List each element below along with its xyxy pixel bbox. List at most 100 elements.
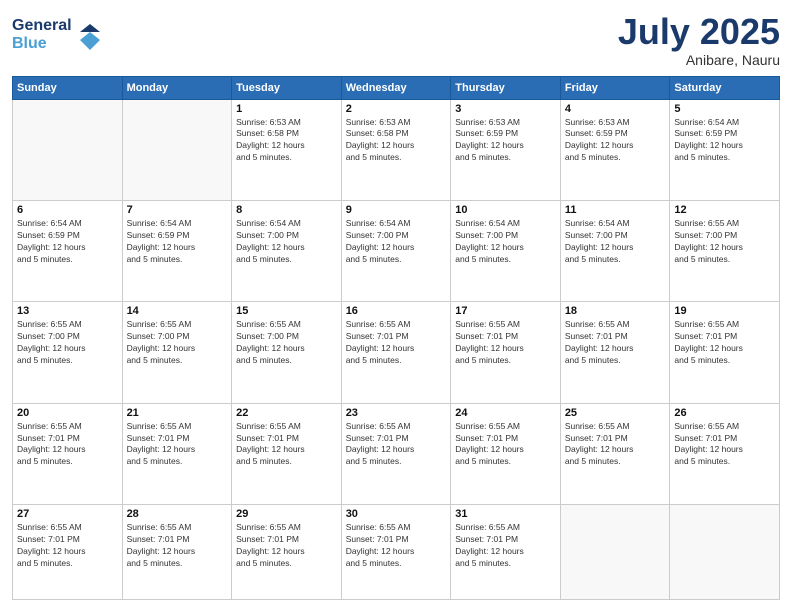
day-number: 28 bbox=[127, 508, 228, 520]
col-wednesday: Wednesday bbox=[341, 76, 451, 99]
day-info: Sunrise: 6:55 AMSunset: 7:01 PMDaylight:… bbox=[127, 421, 228, 469]
table-row: 27 Sunrise: 6:55 AMSunset: 7:01 PMDayligh… bbox=[13, 504, 123, 599]
day-number: 17 bbox=[455, 305, 556, 317]
table-row: 15 Sunrise: 6:55 AMSunset: 7:00 PMDayligh… bbox=[232, 302, 342, 403]
table-row: 16 Sunrise: 6:55 AMSunset: 7:01 PMDayligh… bbox=[341, 302, 451, 403]
table-row: 1Sunrise: 6:53 AMSunset: 6:58 PMDaylight… bbox=[232, 99, 342, 200]
day-info: Sunrise: 6:54 AMSunset: 7:00 PMDaylight:… bbox=[346, 218, 447, 266]
table-row: 7 Sunrise: 6:54 AMSunset: 6:59 PMDaylight… bbox=[122, 200, 232, 301]
day-number: 22 bbox=[236, 407, 337, 419]
day-info: Sunrise: 6:55 AMSunset: 7:01 PMDaylight:… bbox=[674, 319, 775, 367]
day-number: 27 bbox=[17, 508, 118, 520]
day-info: Sunrise: 6:55 AMSunset: 7:01 PMDaylight:… bbox=[236, 522, 337, 570]
day-number: 15 bbox=[236, 305, 337, 317]
day-number: 18 bbox=[565, 305, 666, 317]
day-info: Sunrise: 6:53 AMSunset: 6:58 PMDaylight:… bbox=[346, 117, 447, 165]
col-saturday: Saturday bbox=[670, 76, 780, 99]
day-info: Sunrise: 6:54 AMSunset: 6:59 PMDaylight:… bbox=[127, 218, 228, 266]
day-number: 8 bbox=[236, 204, 337, 216]
day-number: 3 bbox=[455, 103, 556, 115]
svg-text:General: General bbox=[12, 17, 72, 34]
day-info: Sunrise: 6:55 AMSunset: 7:01 PMDaylight:… bbox=[455, 421, 556, 469]
table-row: 24Sunrise: 6:55 AMSunset: 7:01 PMDayligh… bbox=[451, 403, 561, 504]
logo-svg: General Blue bbox=[12, 12, 102, 54]
table-row: 19 Sunrise: 6:55 AMSunset: 7:01 PMDayligh… bbox=[670, 302, 780, 403]
col-monday: Monday bbox=[122, 76, 232, 99]
calendar-table: Sunday Monday Tuesday Wednesday Thursday… bbox=[12, 76, 780, 600]
day-info: Sunrise: 6:54 AMSunset: 7:00 PMDaylight:… bbox=[565, 218, 666, 266]
day-info: Sunrise: 6:55 AMSunset: 7:00 PMDaylight:… bbox=[236, 319, 337, 367]
day-info: Sunrise: 6:54 AMSunset: 7:00 PMDaylight:… bbox=[236, 218, 337, 266]
day-number: 4 bbox=[565, 103, 666, 115]
day-number: 11 bbox=[565, 204, 666, 216]
day-info: Sunrise: 6:55 AMSunset: 7:01 PMDaylight:… bbox=[565, 319, 666, 367]
title-block: July 2025 Anibare, Nauru bbox=[618, 12, 780, 68]
table-row: 18 Sunrise: 6:55 AMSunset: 7:01 PMDayligh… bbox=[560, 302, 670, 403]
month-title: July 2025 bbox=[618, 12, 780, 52]
table-row: 25Sunrise: 6:55 AMSunset: 7:01 PMDayligh… bbox=[560, 403, 670, 504]
day-number: 9 bbox=[346, 204, 447, 216]
day-number: 29 bbox=[236, 508, 337, 520]
table-row: 21 Sunrise: 6:55 AMSunset: 7:01 PMDayligh… bbox=[122, 403, 232, 504]
day-info: Sunrise: 6:54 AMSunset: 6:59 PMDaylight:… bbox=[17, 218, 118, 266]
day-number: 10 bbox=[455, 204, 556, 216]
day-info: Sunrise: 6:55 AMSunset: 7:00 PMDaylight:… bbox=[17, 319, 118, 367]
table-row: 22 Sunrise: 6:55 AMSunset: 7:01 PMDayligh… bbox=[232, 403, 342, 504]
table-row: 4 Sunrise: 6:53 AMSunset: 6:59 PMDaylight… bbox=[560, 99, 670, 200]
table-row: 13 Sunrise: 6:55 AMSunset: 7:00 PMDayligh… bbox=[13, 302, 123, 403]
col-tuesday: Tuesday bbox=[232, 76, 342, 99]
table-row: 8 Sunrise: 6:54 AMSunset: 7:00 PMDaylight… bbox=[232, 200, 342, 301]
day-number: 21 bbox=[127, 407, 228, 419]
table-row: 2 Sunrise: 6:53 AMSunset: 6:58 PMDaylight… bbox=[341, 99, 451, 200]
day-info: Sunrise: 6:55 AMSunset: 7:01 PMDaylight:… bbox=[346, 319, 447, 367]
day-number: 23 bbox=[346, 407, 447, 419]
table-row: 12Sunrise: 6:55 AMSunset: 7:00 PMDayligh… bbox=[670, 200, 780, 301]
day-number: 6 bbox=[17, 204, 118, 216]
calendar-header-row: Sunday Monday Tuesday Wednesday Thursday… bbox=[13, 76, 780, 99]
table-row bbox=[122, 99, 232, 200]
day-number: 16 bbox=[346, 305, 447, 317]
day-number: 30 bbox=[346, 508, 447, 520]
col-sunday: Sunday bbox=[13, 76, 123, 99]
page: General Blue July 2025 Anibare, Nauru Su… bbox=[0, 0, 792, 612]
day-number: 13 bbox=[17, 305, 118, 317]
day-info: Sunrise: 6:53 AMSunset: 6:59 PMDaylight:… bbox=[565, 117, 666, 165]
col-friday: Friday bbox=[560, 76, 670, 99]
table-row: 6 Sunrise: 6:54 AMSunset: 6:59 PMDaylight… bbox=[13, 200, 123, 301]
table-row: 10 Sunrise: 6:54 AMSunset: 7:00 PMDayligh… bbox=[451, 200, 561, 301]
day-info: Sunrise: 6:55 AMSunset: 7:01 PMDaylight:… bbox=[127, 522, 228, 570]
table-row: 9 Sunrise: 6:54 AMSunset: 7:00 PMDaylight… bbox=[341, 200, 451, 301]
header: General Blue July 2025 Anibare, Nauru bbox=[12, 12, 780, 68]
day-number: 19 bbox=[674, 305, 775, 317]
day-info: Sunrise: 6:55 AMSunset: 7:01 PMDaylight:… bbox=[17, 421, 118, 469]
day-number: 7 bbox=[127, 204, 228, 216]
logo: General Blue bbox=[12, 12, 102, 59]
table-row bbox=[13, 99, 123, 200]
day-info: Sunrise: 6:55 AMSunset: 7:00 PMDaylight:… bbox=[127, 319, 228, 367]
day-info: Sunrise: 6:55 AMSunset: 7:01 PMDaylight:… bbox=[17, 522, 118, 570]
day-number: 14 bbox=[127, 305, 228, 317]
day-number: 25 bbox=[565, 407, 666, 419]
day-info: Sunrise: 6:55 AMSunset: 7:01 PMDaylight:… bbox=[346, 522, 447, 570]
table-row: 20Sunrise: 6:55 AMSunset: 7:01 PMDayligh… bbox=[13, 403, 123, 504]
table-row: 14 Sunrise: 6:55 AMSunset: 7:00 PMDayligh… bbox=[122, 302, 232, 403]
day-info: Sunrise: 6:55 AMSunset: 7:01 PMDaylight:… bbox=[236, 421, 337, 469]
day-number: 26 bbox=[674, 407, 775, 419]
day-number: 2 bbox=[346, 103, 447, 115]
day-info: Sunrise: 6:53 AMSunset: 6:58 PMDaylight:… bbox=[236, 117, 337, 165]
svg-text:Blue: Blue bbox=[12, 35, 47, 52]
day-info: Sunrise: 6:53 AMSunset: 6:59 PMDaylight:… bbox=[455, 117, 556, 165]
day-info: Sunrise: 6:55 AMSunset: 7:01 PMDaylight:… bbox=[346, 421, 447, 469]
col-thursday: Thursday bbox=[451, 76, 561, 99]
table-row: 17Sunrise: 6:55 AMSunset: 7:01 PMDayligh… bbox=[451, 302, 561, 403]
day-info: Sunrise: 6:54 AMSunset: 7:00 PMDaylight:… bbox=[455, 218, 556, 266]
table-row: 28 Sunrise: 6:55 AMSunset: 7:01 PMDayligh… bbox=[122, 504, 232, 599]
table-row: 29 Sunrise: 6:55 AMSunset: 7:01 PMDayligh… bbox=[232, 504, 342, 599]
day-number: 31 bbox=[455, 508, 556, 520]
day-info: Sunrise: 6:55 AMSunset: 7:00 PMDaylight:… bbox=[674, 218, 775, 266]
table-row: 3 Sunrise: 6:53 AMSunset: 6:59 PMDaylight… bbox=[451, 99, 561, 200]
day-info: Sunrise: 6:55 AMSunset: 7:01 PMDaylight:… bbox=[674, 421, 775, 469]
table-row: 26 Sunrise: 6:55 AMSunset: 7:01 PMDayligh… bbox=[670, 403, 780, 504]
table-row: 23 Sunrise: 6:55 AMSunset: 7:01 PMDayligh… bbox=[341, 403, 451, 504]
table-row: 31Sunrise: 6:55 AMSunset: 7:01 PMDayligh… bbox=[451, 504, 561, 599]
